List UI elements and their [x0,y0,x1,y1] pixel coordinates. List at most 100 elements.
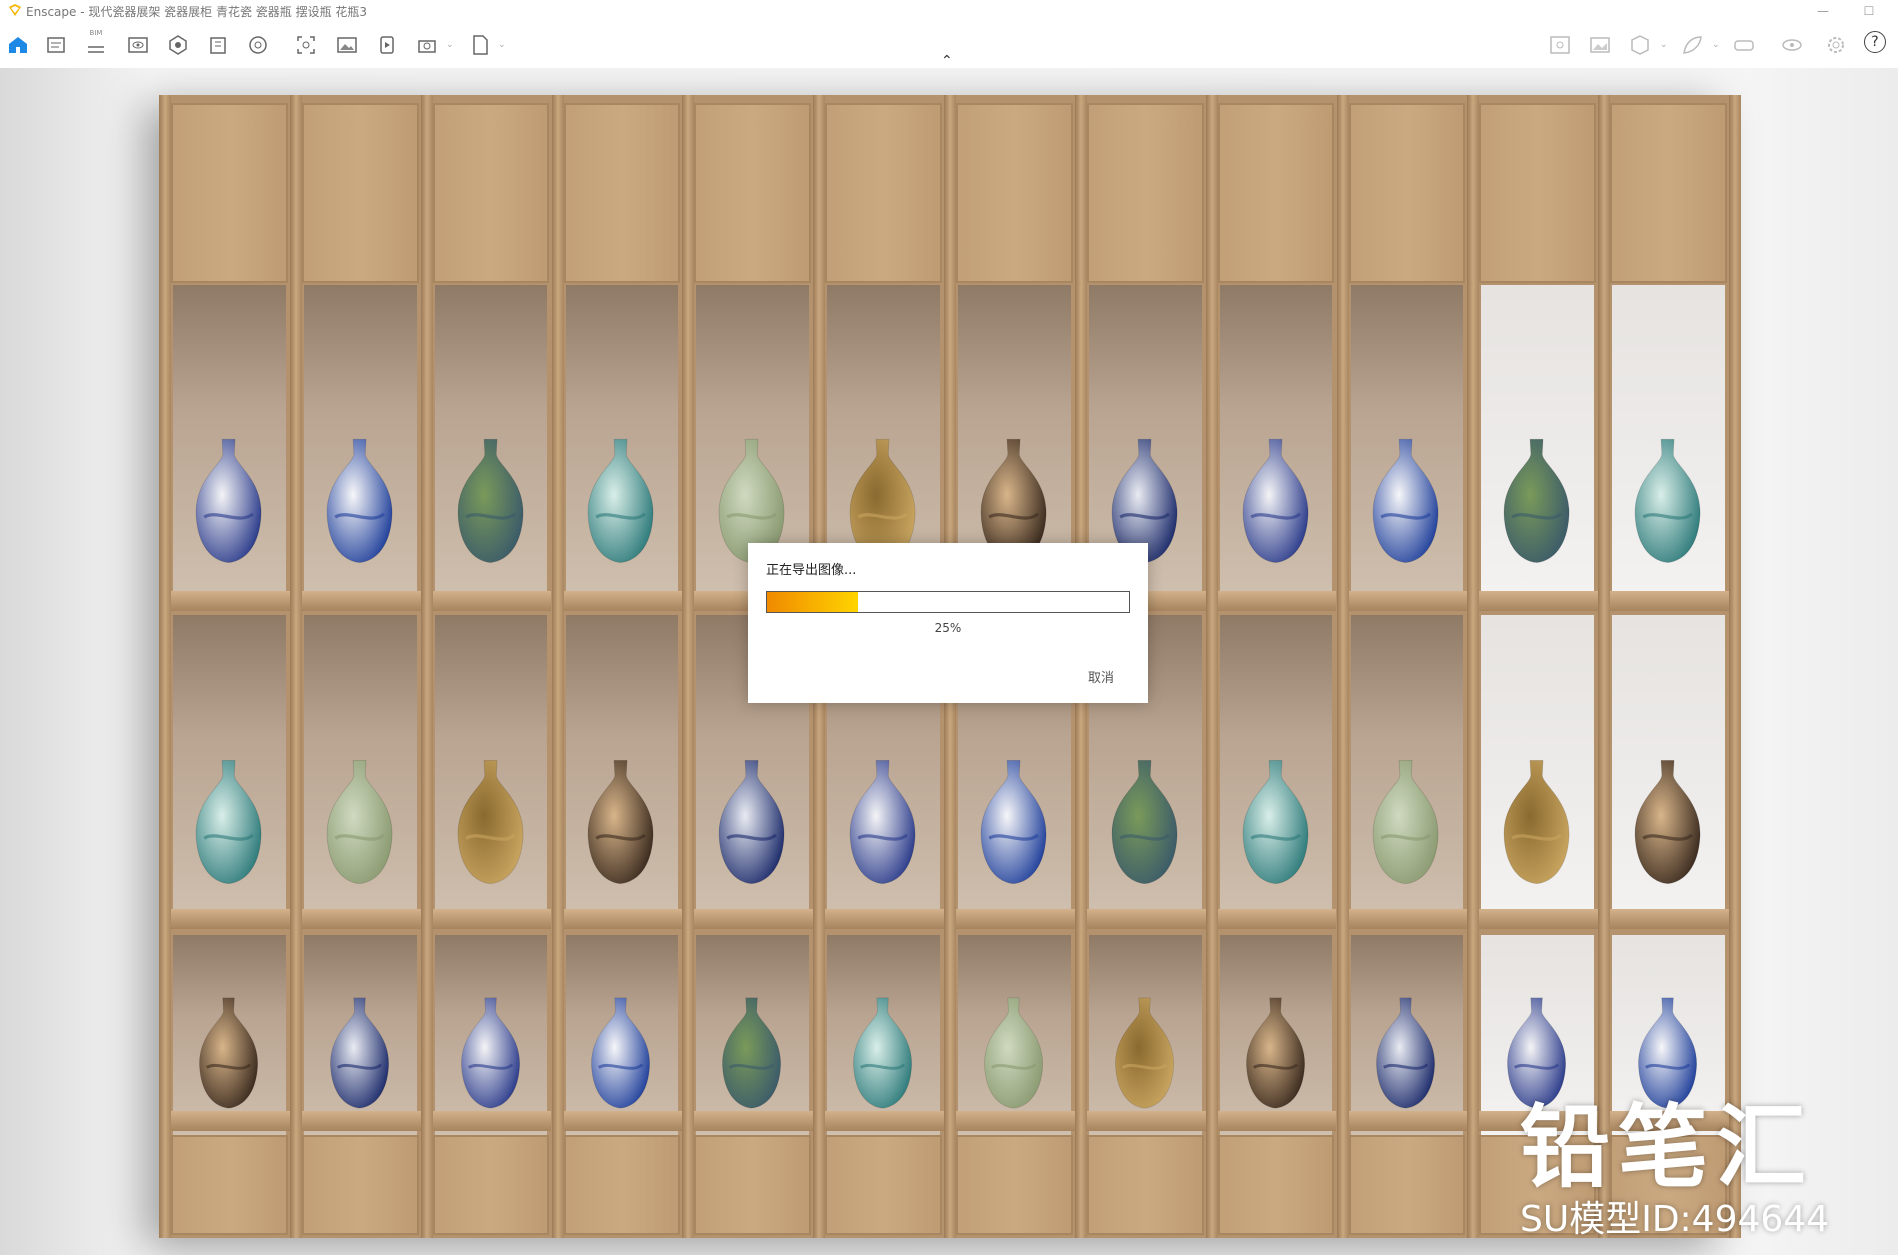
watermark: 铅笔汇 SU模型ID:494644 [1520,1098,1880,1242]
cabinet-shelf [823,1111,944,1131]
cube-icon [1631,35,1649,55]
vase [457,759,523,885]
settings-button[interactable] [1822,31,1850,59]
vase [1242,439,1308,564]
image-button[interactable] [333,31,361,59]
cabinet-shelf [954,909,1075,929]
batch-icon [418,40,436,53]
bim-label: BIM [89,29,103,37]
cabinet-shelf [1215,1111,1337,1131]
building-button[interactable] [204,31,232,59]
cabinet-divider [1598,95,1611,1238]
vase [1376,997,1436,1109]
chevron-down-icon[interactable]: ⌄ [446,40,454,50]
cabinet-door [1348,103,1466,283]
minimize-button[interactable]: — [1800,0,1846,22]
eye-icon [128,37,148,53]
visibility-button[interactable] [1778,31,1806,59]
cabinet-shelf [1084,1111,1206,1131]
cabinet-door [694,103,812,283]
export-progress-dialog: 正在导出图像... 25% 取消 [748,543,1148,703]
vase [326,759,393,885]
image-icon [337,37,357,53]
screenshot-button[interactable] [292,31,320,59]
progress-bar [766,591,1130,613]
screenshot-icon [297,36,315,54]
cabinet-shelf [169,909,290,929]
cabinet-shelf [169,591,290,611]
cabinet-door [563,1135,681,1235]
eye-icon [1782,39,1802,51]
cabinet-shelf [692,909,814,929]
building-icon [210,37,226,54]
bim-button[interactable]: BIM [82,29,110,59]
leaf-button[interactable] [1678,31,1706,59]
vase [853,997,912,1109]
chevron-down-icon[interactable]: ⌄ [1660,40,1668,50]
cabinet-shelf [430,909,552,929]
batch-render-button[interactable] [413,31,441,59]
help-button[interactable]: ? [1864,31,1886,53]
vase [1507,997,1567,1109]
cabinet-shelf [430,1111,552,1131]
vase [199,997,258,1109]
export-button[interactable] [466,31,494,59]
dialog-title: 正在导出图像... [766,563,857,578]
mesh-button[interactable] [164,31,192,59]
picture-button[interactable] [1586,31,1614,59]
cabinet-shelf [561,591,683,611]
cabinet-shelf [1608,591,1729,611]
vase [980,759,1047,885]
cabinet-door [825,103,942,283]
cabinet-door [1217,1135,1335,1235]
chevron-down-icon[interactable]: ⌄ [1712,40,1720,50]
home-button[interactable] [4,31,32,59]
enscape-logo-icon [9,4,21,16]
cabinet-door [1610,103,1727,283]
cabinet-shelf [1608,909,1729,929]
cabinet-door [301,1135,419,1235]
vr-icon [1734,40,1754,51]
document-icon [47,37,65,53]
window-title: Enscape - 现代瓷器展架 瓷器展柜 青花瓷 瓷器瓶 摆设瓶 花瓶3 [26,5,368,19]
cabinet-divider [1729,95,1741,1238]
vase [1242,759,1308,885]
vase [1634,439,1701,564]
maximize-button[interactable]: ☐ [1846,0,1892,22]
vase [849,759,916,885]
vr-button[interactable] [1730,31,1758,59]
cabinet-door [432,103,550,283]
cabinet-door [171,1135,288,1235]
cabinet-shelf [1346,1111,1468,1131]
cabinet-shelf [692,1111,814,1131]
view-button[interactable] [124,31,152,59]
cabinet-shelf [1346,591,1468,611]
chevron-down-icon[interactable]: ⌄ [498,40,506,50]
video-button[interactable] [373,31,401,59]
cabinet-divider [1205,95,1218,1238]
vase [984,997,1043,1109]
vase [1245,997,1305,1109]
title-bar: Enscape - 现代瓷器展架 瓷器展柜 青花瓷 瓷器瓶 摆设瓶 花瓶3 — … [0,0,1898,22]
cabinet-shelf [299,591,421,611]
cabinet-divider [551,95,564,1238]
cabinet-divider [289,95,302,1238]
home-icon [9,37,27,53]
cabinet-divider [682,95,695,1238]
cabinet-door [1086,103,1204,283]
collapse-toolbar-button[interactable]: ⌃ [941,50,959,69]
document-button[interactable] [42,31,70,59]
cabinet-shelf [1346,909,1468,929]
vase [326,439,393,564]
cabinet-divider [1336,95,1349,1238]
cabinet-shelf [1215,591,1337,611]
vase [195,759,262,885]
cabinet-shelf [561,1111,683,1131]
cabinet-door [1348,1135,1466,1235]
watermark-model-id: SU模型ID:494644 [1520,1199,1830,1240]
cancel-button[interactable]: 取消 [1088,667,1114,686]
cube-button[interactable] [1626,31,1654,59]
chevron-up-icon: ⌃ [941,53,953,69]
atom-button[interactable] [244,31,272,59]
grid-button[interactable] [1546,31,1574,59]
